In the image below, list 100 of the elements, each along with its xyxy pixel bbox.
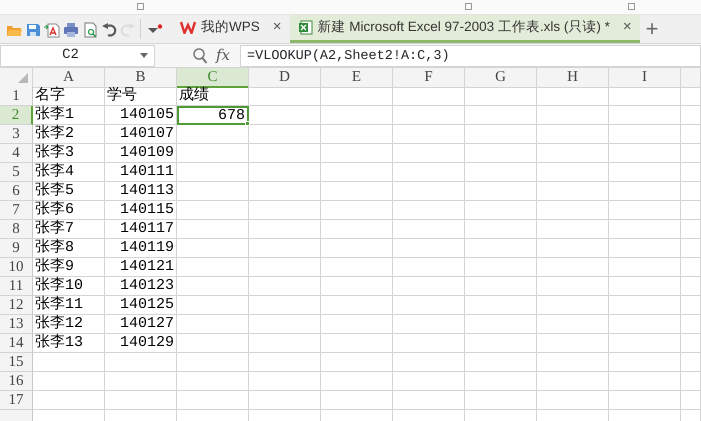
empty-cell xyxy=(465,106,537,125)
tab-label: 新建 Microsoft Excel 97-2003 工作表.xls (只读) * xyxy=(318,18,610,36)
dropdown-caret-icon[interactable] xyxy=(140,53,148,58)
table-cell: 140107 xyxy=(105,125,177,144)
row-header[interactable]: 6 xyxy=(0,182,33,201)
row-header[interactable]: 15 xyxy=(0,353,33,372)
empty-cell xyxy=(393,277,465,296)
row-header[interactable]: 5 xyxy=(0,163,33,182)
empty-cell xyxy=(681,353,701,372)
empty-cell xyxy=(681,315,701,334)
column-header[interactable]: E xyxy=(321,68,393,88)
table-cell: 140125 xyxy=(105,296,177,315)
close-icon[interactable]: × xyxy=(622,16,632,39)
empty-cell xyxy=(537,258,609,277)
empty-cell xyxy=(465,163,537,182)
empty-cell xyxy=(177,201,249,220)
row-header[interactable]: 9 xyxy=(0,239,33,258)
table-cell: 张李2 xyxy=(33,125,105,144)
empty-cell xyxy=(321,353,393,372)
empty-cell xyxy=(681,258,701,277)
empty-cell xyxy=(609,315,681,334)
row-header[interactable]: 1 xyxy=(0,87,33,106)
empty-cell xyxy=(249,258,321,277)
empty-cell xyxy=(177,125,249,144)
empty-cell xyxy=(393,353,465,372)
empty-cell xyxy=(249,239,321,258)
empty-cell xyxy=(321,87,393,106)
row-header[interactable]: 8 xyxy=(0,220,33,239)
empty-cell xyxy=(249,125,321,144)
empty-cell xyxy=(465,220,537,239)
column-header[interactable]: F xyxy=(393,68,465,88)
column-header[interactable]: I xyxy=(609,68,681,88)
empty-cell xyxy=(393,372,465,391)
empty-cell xyxy=(321,163,393,182)
empty-cell xyxy=(609,296,681,315)
column-header[interactable]: H xyxy=(537,68,609,88)
function-button[interactable]: fx xyxy=(216,44,230,67)
column-header[interactable]: B xyxy=(105,68,177,88)
empty-cell xyxy=(177,296,249,315)
empty-cell xyxy=(609,334,681,353)
zoom-search-icon[interactable] xyxy=(193,48,208,64)
empty-cell xyxy=(465,372,537,391)
table-cell: 140113 xyxy=(105,182,177,201)
row-header[interactable]: 10 xyxy=(0,258,33,277)
row-header[interactable]: 17 xyxy=(0,391,33,410)
column-header[interactable]: G xyxy=(465,68,537,88)
spreadsheet-file-icon xyxy=(298,20,313,35)
empty-cell xyxy=(465,182,537,201)
empty-cell xyxy=(177,239,249,258)
row-header[interactable]: 14 xyxy=(0,334,33,353)
formula-field[interactable]: =VLOOKUP(A2,Sheet2!A:C,3) xyxy=(240,44,701,66)
empty-cell xyxy=(465,334,537,353)
name-box[interactable]: C2 xyxy=(0,44,155,66)
table-cell: 成绩 xyxy=(177,87,249,106)
row-header[interactable]: 16 xyxy=(0,372,33,391)
table-cell: 张李9 xyxy=(33,258,105,277)
document-tab[interactable]: 新建 Microsoft Excel 97-2003 工作表.xls (只读) * × xyxy=(290,15,640,43)
empty-cell xyxy=(249,277,321,296)
empty-cell xyxy=(681,201,701,220)
close-icon[interactable]: × xyxy=(272,16,282,39)
empty-cell xyxy=(393,182,465,201)
empty-cell xyxy=(321,334,393,353)
empty-cell xyxy=(393,334,465,353)
column-header[interactable]: D xyxy=(249,68,321,88)
empty-cell xyxy=(393,239,465,258)
empty-cell xyxy=(537,106,609,125)
select-all-icon[interactable] xyxy=(18,73,28,83)
row-header[interactable]: 13 xyxy=(0,315,33,334)
empty-cell xyxy=(465,87,537,106)
select-all-corner[interactable] xyxy=(0,68,33,88)
empty-cell xyxy=(537,391,609,410)
empty-cell xyxy=(177,353,249,372)
empty-cell xyxy=(681,391,701,410)
empty-cell xyxy=(249,163,321,182)
empty-cell xyxy=(393,315,465,334)
empty-cell xyxy=(537,163,609,182)
dialog-launcher-icon[interactable] xyxy=(628,3,635,10)
row-header[interactable]: 12 xyxy=(0,296,33,315)
empty-cell xyxy=(537,372,609,391)
row-header[interactable]: 3 xyxy=(0,125,33,144)
row-header[interactable]: 11 xyxy=(0,277,33,296)
empty-cell xyxy=(465,315,537,334)
table-cell: 140115 xyxy=(105,201,177,220)
empty-cell xyxy=(249,372,321,391)
fill-handle[interactable] xyxy=(245,121,250,126)
empty-cell xyxy=(537,220,609,239)
empty-cell xyxy=(105,372,177,391)
empty-cell xyxy=(537,201,609,220)
empty-cell xyxy=(681,144,701,163)
new-tab-button[interactable]: + xyxy=(640,15,664,43)
empty-cell xyxy=(249,87,321,106)
row-header[interactable]: 7 xyxy=(0,201,33,220)
dialog-launcher-icon[interactable] xyxy=(137,3,144,10)
dialog-launcher-icon[interactable] xyxy=(465,3,472,10)
empty-cell xyxy=(609,163,681,182)
row-header[interactable]: 4 xyxy=(0,144,33,163)
empty-cell xyxy=(249,353,321,372)
empty-cell xyxy=(177,372,249,391)
empty-cell xyxy=(249,106,321,125)
table-cell: 张李4 xyxy=(33,163,105,182)
